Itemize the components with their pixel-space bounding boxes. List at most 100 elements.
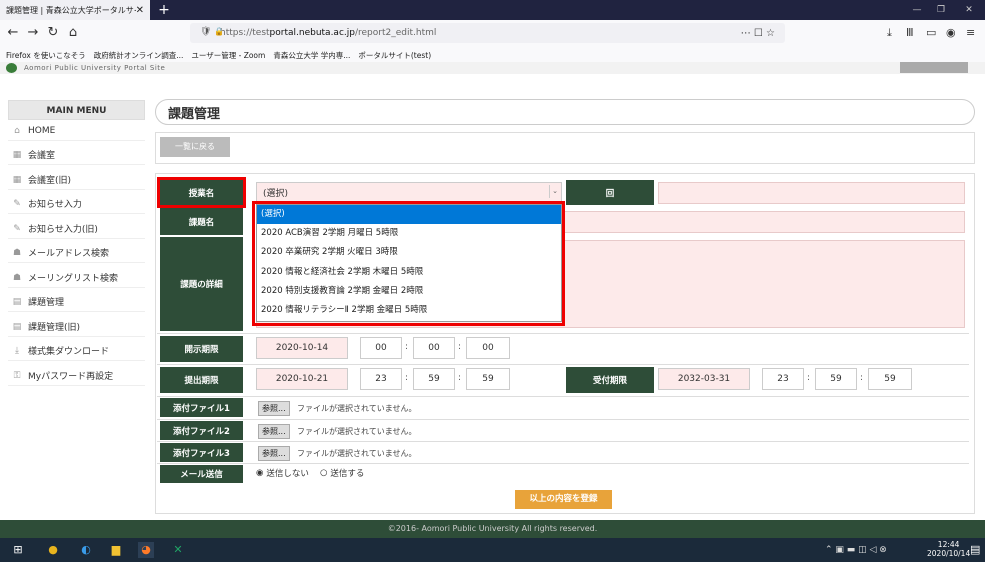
- chevron-down-icon[interactable]: ⌄: [549, 185, 560, 198]
- bookmark-item[interactable]: 政府統計オンライン調査...: [94, 50, 184, 61]
- reload-icon[interactable]: ↻: [44, 24, 62, 42]
- window-close-icon[interactable]: ✕: [958, 0, 980, 20]
- main-menu-header: MAIN MENU: [8, 100, 145, 120]
- windows-start-icon[interactable]: ⊞: [10, 542, 26, 558]
- file-explorer-icon[interactable]: ▆: [108, 542, 124, 558]
- bookmark-item[interactable]: ポータルサイト(test): [358, 50, 431, 61]
- time-separator: :: [458, 342, 462, 352]
- shield-icon[interactable]: 🛡: [200, 27, 211, 37]
- header-button[interactable]: [900, 62, 968, 73]
- meeting-icon: ▦: [12, 174, 22, 185]
- edit-icon: ✎: [13, 223, 21, 234]
- sidebar-item-forms-download[interactable]: ⤓ 様式集ダウンロード: [8, 341, 145, 361]
- details-label: 課題の詳細: [160, 237, 243, 331]
- browser-tab[interactable]: 課題管理 | 青森公立大学ポータルサイ ✕: [0, 0, 150, 20]
- menu-icon[interactable]: ≡: [966, 26, 975, 39]
- time-separator: :: [405, 342, 409, 352]
- register-button[interactable]: 以上の内容を登録: [515, 490, 612, 509]
- chrome-icon[interactable]: ●: [45, 542, 61, 558]
- new-tab-icon[interactable]: +: [154, 0, 174, 20]
- edge-icon[interactable]: ◐: [78, 542, 94, 558]
- due-date-input[interactable]: 2020-10-21: [256, 368, 348, 390]
- time-separator: :: [860, 373, 864, 383]
- tab-close-icon[interactable]: ✕: [136, 5, 144, 16]
- attachment2-label: 添付ファイル2: [160, 421, 243, 440]
- clock-date: 2020/10/14: [927, 549, 971, 558]
- due-minute-input[interactable]: 59: [413, 368, 455, 390]
- taskbar-clock[interactable]: 12:44 2020/10/14: [927, 540, 970, 558]
- account-icon[interactable]: ◉: [946, 26, 956, 39]
- downloads-icon[interactable]: ⤓: [887, 26, 892, 40]
- system-tray-icons[interactable]: ⌃ ▣ ▬ ◫ ◁ ⊗: [825, 545, 887, 555]
- bookmark-item[interactable]: Firefox を使いこなそう: [6, 50, 86, 61]
- open-date-input[interactable]: 2020-10-14: [256, 337, 348, 359]
- open-minute-input[interactable]: 00: [413, 337, 455, 359]
- row-divider: [157, 333, 969, 334]
- accept-hour-input[interactable]: 23: [762, 368, 804, 390]
- accept-minute-input[interactable]: 59: [815, 368, 857, 390]
- bookmark-item[interactable]: 青森公立大学 学内専...: [273, 50, 350, 61]
- due-second-input[interactable]: 59: [466, 368, 510, 390]
- attachment1-browse-button[interactable]: 参照...: [258, 401, 290, 416]
- back-to-list-button[interactable]: 一覧に戻る: [160, 137, 230, 157]
- attachment1-label: 添付ファイル1: [160, 398, 243, 417]
- accept-date-input[interactable]: 2032-03-31: [658, 368, 750, 390]
- sidebar-item-task-old[interactable]: ▤ 課題管理(旧): [8, 317, 145, 337]
- row-divider: [157, 441, 969, 442]
- home-icon: ⌂: [14, 125, 20, 136]
- bookmarks-bar: Firefox を使いこなそう 政府統計オンライン調査... ユーザー管理 - …: [0, 48, 985, 62]
- tab-title: 課題管理 | 青森公立大学ポータルサイ: [6, 5, 136, 15]
- row-divider: [157, 463, 969, 464]
- search-people-icon: ☗: [12, 272, 22, 283]
- restore-icon[interactable]: ❐: [930, 0, 952, 20]
- course-selected-value: (選択): [263, 188, 289, 199]
- download-icon: ⤓: [15, 345, 19, 356]
- bookmark-item[interactable]: ユーザー管理 - Zoom: [191, 50, 265, 61]
- clock-time: 12:44: [937, 540, 960, 549]
- due-hour-input[interactable]: 23: [360, 368, 402, 390]
- forward-icon[interactable]: →: [24, 24, 42, 42]
- url-host: portal.nebuta.ac.jp: [269, 28, 355, 38]
- sidebar-item-meeting-old[interactable]: ▦ 会議室(旧): [8, 170, 145, 190]
- excel-icon[interactable]: ✕: [170, 542, 186, 558]
- sidebar-item-mail-search[interactable]: ☗ メールアドレス検索: [8, 243, 145, 263]
- attachment2-browse-button[interactable]: 参照...: [258, 424, 290, 439]
- course-select[interactable]: (選択): [256, 182, 562, 202]
- home-browser-icon[interactable]: ⌂: [64, 24, 82, 42]
- sidebar-item-task[interactable]: ▤ 課題管理: [8, 292, 145, 312]
- library-icon[interactable]: Ⅲ: [906, 26, 914, 39]
- firefox-icon[interactable]: ◕: [138, 542, 154, 558]
- sidebar-toggle-icon[interactable]: ▭: [926, 26, 936, 39]
- user-key-icon: ⚿: [13, 370, 21, 381]
- page-footer: ©2016- Aomori Public University All righ…: [0, 520, 985, 538]
- site-logo-icon: [6, 63, 17, 73]
- attachment3-browse-button[interactable]: 参照...: [258, 446, 290, 461]
- meeting-icon: ▦: [12, 149, 22, 160]
- sidebar-item-home[interactable]: ⌂ HOME: [8, 121, 145, 141]
- lock-icon[interactable]: 🔒: [214, 27, 224, 36]
- notification-icon[interactable]: ▤: [970, 543, 980, 556]
- round-input[interactable]: [658, 182, 965, 204]
- open-hour-input[interactable]: 00: [360, 337, 402, 359]
- back-icon[interactable]: ←: [4, 24, 22, 42]
- due-label: 提出期限: [160, 367, 243, 393]
- address-bar[interactable]: https://test portal.nebuta.ac.jp/report2_…: [190, 23, 785, 43]
- open-second-input[interactable]: 00: [466, 337, 510, 359]
- mail-no-radio[interactable]: ◉: [256, 468, 263, 478]
- highlight-box: [252, 201, 565, 326]
- mail-no-label: 送信しない: [266, 469, 309, 479]
- attachment2-status: ファイルが選択されていません。: [297, 427, 417, 436]
- attachment3-label: 添付ファイル3: [160, 443, 243, 462]
- title-panel: [155, 99, 975, 125]
- mail-yes-radio[interactable]: ○: [320, 468, 327, 478]
- sidebar-item-notice[interactable]: ✎ お知らせ入力: [8, 194, 145, 214]
- sidebar-item-password[interactable]: ⚿ Myパスワード再設定: [8, 366, 145, 386]
- accept-second-input[interactable]: 59: [868, 368, 912, 390]
- sidebar-item-mailinglist-search[interactable]: ☗ メーリングリスト検索: [8, 268, 145, 288]
- sidebar-item-notice-old[interactable]: ✎ お知らせ入力(旧): [8, 219, 145, 239]
- url-path: /report2_edit.html: [354, 28, 437, 38]
- sidebar-item-meeting[interactable]: ▦ 会議室: [8, 145, 145, 165]
- minimize-icon[interactable]: —: [906, 0, 928, 20]
- assignment-label: 課題名: [160, 208, 243, 235]
- page-actions-icon[interactable]: ⋯ ☐ ☆: [741, 28, 775, 39]
